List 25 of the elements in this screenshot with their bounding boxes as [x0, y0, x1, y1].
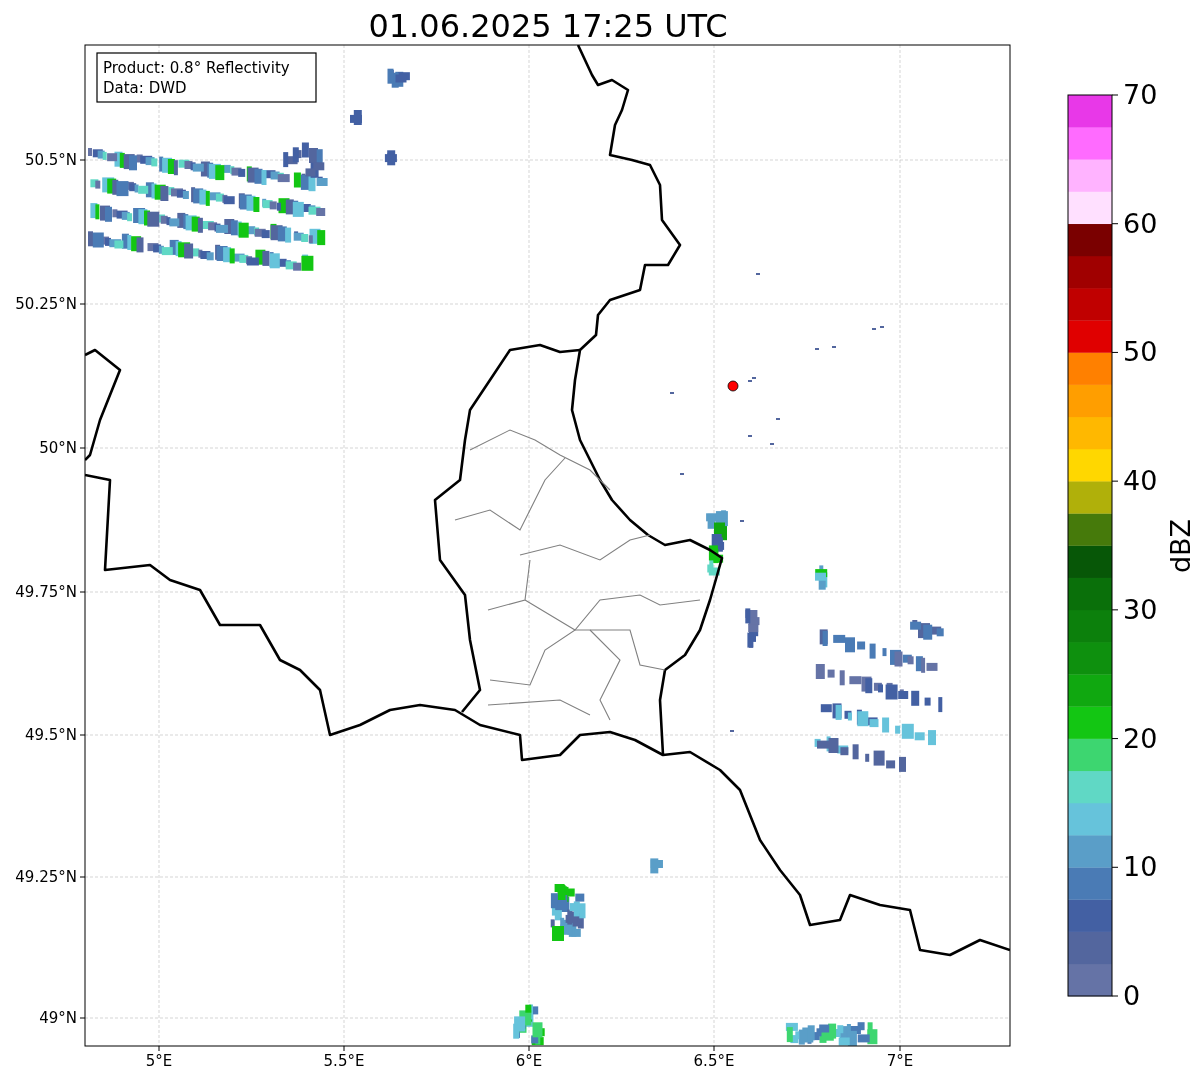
- axis-tick-label: 6°E: [515, 1052, 543, 1070]
- colorbar-tick-label: 30: [1123, 593, 1158, 625]
- axis-tick-label: 49°N: [39, 1009, 77, 1027]
- axis-tick-label: 50.5°N: [24, 151, 77, 169]
- colorbar-tick-label: 50: [1123, 336, 1158, 368]
- colorbar-label: dBZ: [1165, 518, 1196, 574]
- axis-tick-label: 49.75°N: [15, 583, 77, 601]
- colorbar-tick-label: 20: [1123, 722, 1158, 754]
- legend-text: Product: 0.8° Reflectivity: [103, 59, 290, 77]
- legend-text: Data: DWD: [103, 79, 187, 97]
- axis-tick-label: 50.25°N: [15, 295, 77, 313]
- colorbar-tick-label: 10: [1123, 851, 1158, 883]
- colorbar-tick-label: 70: [1123, 79, 1158, 110]
- axis-tick-label: 5.5°E: [323, 1052, 365, 1070]
- axis-tick-label: 5°E: [145, 1052, 173, 1070]
- axis-tick-label: 6.5°E: [693, 1052, 735, 1070]
- colorbar-tick-label: 40: [1123, 465, 1158, 497]
- axis-tick-label: 49.5°N: [24, 726, 77, 744]
- axis-tick-label: 7°E: [886, 1052, 914, 1070]
- colorbar-tick-label: 0: [1123, 980, 1141, 1011]
- colorbar-tick-label: 60: [1123, 207, 1158, 239]
- chart-title: 01.06.2025 17:25 UTC: [368, 7, 728, 45]
- axis-tick-label: 50°N: [39, 439, 77, 457]
- axis-tick-label: 49.25°N: [15, 868, 77, 886]
- station-marker: [727, 380, 739, 392]
